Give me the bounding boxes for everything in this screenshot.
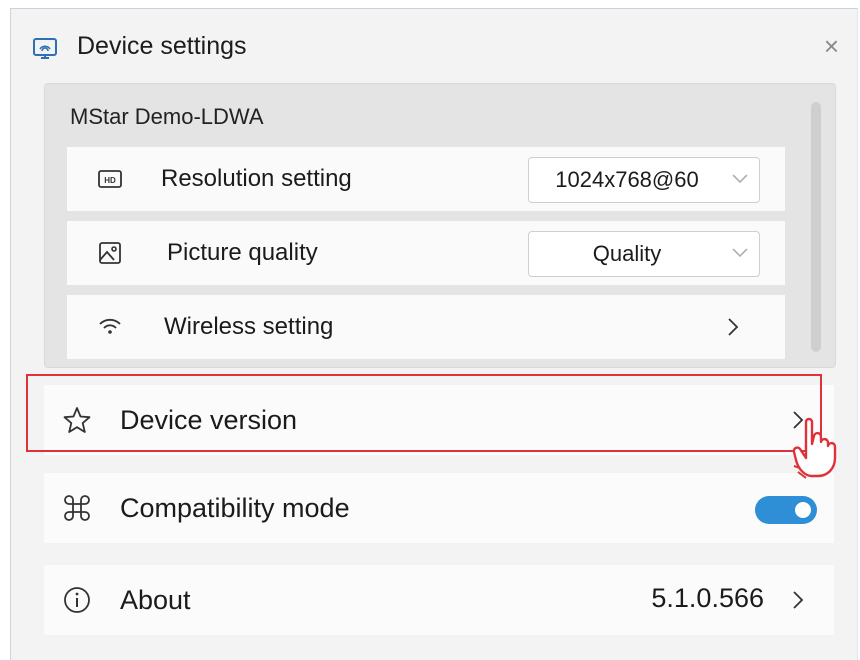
resolution-value: 1024x768@60: [555, 167, 699, 192]
about-item[interactable]: About 5.1.0.566: [44, 565, 834, 635]
star-icon: [63, 407, 91, 433]
compatibility-mode-label: Compatibility mode: [120, 493, 350, 523]
title-bar: Device settings ×: [11, 9, 857, 79]
picture-quality-row: Picture quality Quality: [67, 221, 785, 285]
device-name: MStar Demo-LDWA: [70, 104, 264, 129]
info-icon: [64, 587, 90, 613]
chevron-down-icon: [732, 174, 748, 184]
device-group: MStar Demo-LDWA HD Resolution setting 10…: [44, 83, 836, 368]
toggle-knob: [795, 502, 811, 518]
cast-screen-icon: [33, 38, 57, 59]
picture-quality-dropdown[interactable]: Quality: [528, 231, 760, 277]
window-title: Device settings: [77, 32, 247, 60]
scrollbar[interactable]: [811, 102, 821, 352]
chevron-down-icon: [732, 248, 748, 258]
resolution-setting-row: HD Resolution setting 1024x768@60: [67, 147, 785, 211]
compatibility-mode-toggle[interactable]: [755, 496, 817, 524]
picture-quality-value: Quality: [592, 241, 662, 266]
resolution-setting-label: Resolution setting: [161, 165, 352, 192]
chevron-right-icon: [793, 591, 804, 609]
picture-quality-label: Picture quality: [167, 239, 318, 266]
device-settings-window: Device settings × MStar Demo-LDWA HD Res…: [10, 8, 858, 660]
wifi-icon: [99, 318, 121, 334]
hd-icon: HD: [98, 170, 122, 188]
command-icon: [64, 495, 90, 521]
image-icon: [99, 242, 121, 264]
resolution-dropdown[interactable]: 1024x768@60: [528, 157, 760, 203]
wireless-setting-label: Wireless setting: [164, 313, 334, 340]
device-version-item[interactable]: Device version: [44, 385, 834, 455]
about-label: About: [120, 585, 191, 615]
close-button[interactable]: ×: [824, 31, 839, 61]
wireless-setting-row[interactable]: Wireless setting: [67, 295, 785, 359]
compatibility-mode-item: Compatibility mode: [44, 473, 834, 543]
app-version: 5.1.0.566: [651, 583, 764, 613]
device-version-label: Device version: [120, 405, 298, 435]
svg-text:HD: HD: [104, 176, 116, 185]
chevron-right-icon: [728, 318, 739, 336]
pointing-hand-icon: [792, 417, 837, 479]
